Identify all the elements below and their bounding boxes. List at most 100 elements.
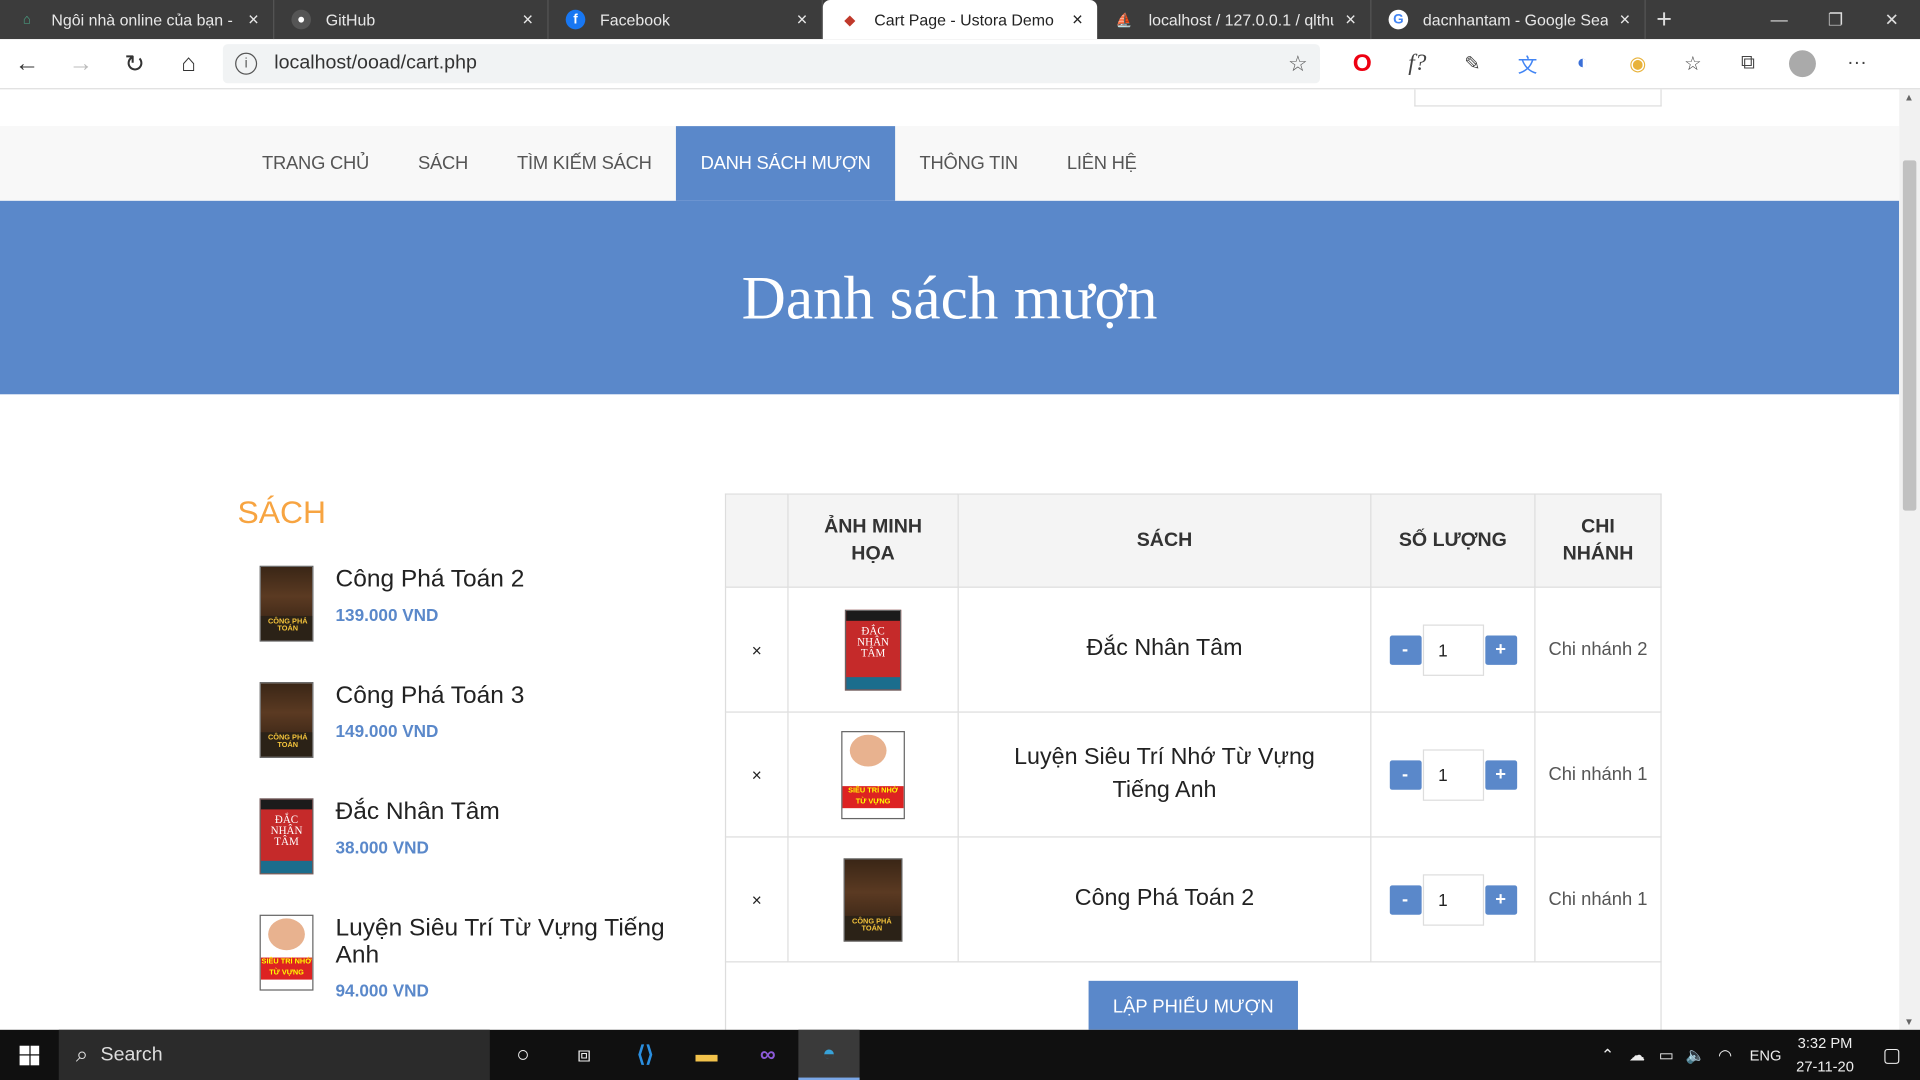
battery-icon[interactable]: ▭ bbox=[1652, 1045, 1681, 1065]
book-name[interactable]: Luyện Siêu Trí Từ Vựng Tiếng Anh bbox=[336, 915, 691, 969]
chevron-up-icon[interactable]: ⌃ bbox=[1593, 1045, 1622, 1065]
book-cover-image[interactable]: ĐẮC NHÂN TÂM bbox=[259, 798, 314, 875]
scrollbar-thumb[interactable] bbox=[1902, 160, 1917, 511]
avatar[interactable] bbox=[1788, 50, 1816, 78]
cart-book-title[interactable]: Luyện Siêu Trí Nhớ Từ Vựng Tiếng Anh bbox=[1014, 744, 1315, 802]
remove-item-button[interactable]: × bbox=[752, 890, 762, 910]
cart-book-title[interactable]: Đắc Nhân Tâm bbox=[1086, 636, 1242, 662]
menu-item-contact[interactable]: LIÊN HỆ bbox=[1042, 126, 1161, 201]
close-icon[interactable]: × bbox=[518, 9, 538, 30]
cart-book-title[interactable]: Công Phá Toán 2 bbox=[1075, 886, 1254, 912]
quantity-input[interactable]: 1 bbox=[1422, 748, 1484, 801]
sidebar-book-item[interactable]: CÔNG PHÁ TOÁN Công Phá Toán 3 149.000 VN… bbox=[238, 682, 691, 798]
quantity-decrease-button[interactable]: - bbox=[1389, 884, 1422, 915]
url-text[interactable]: localhost/ooad/cart.php bbox=[274, 53, 1288, 75]
sidebar-book-item[interactable]: SIÊU TRÍ NHỚ TỪ VỰNG Luyện Siêu Trí Từ Vự… bbox=[238, 914, 691, 1030]
opera-icon[interactable]: O bbox=[1335, 42, 1390, 86]
remove-item-button[interactable]: × bbox=[752, 765, 762, 785]
address-bar[interactable]: i localhost/ooad/cart.php ☆ bbox=[222, 44, 1321, 84]
close-icon[interactable]: × bbox=[792, 9, 812, 30]
sidebar-book-item[interactable]: CÔNG PHÁ TOÁN Công Phá Toán 2 139.000 VN… bbox=[238, 565, 691, 682]
language-indicator[interactable]: ENG bbox=[1750, 1046, 1782, 1063]
forward-icon[interactable]: → bbox=[54, 42, 108, 86]
menu-item-books[interactable]: SÁCH bbox=[394, 126, 493, 201]
column-header-branch: CHI NHÁNH bbox=[1534, 493, 1662, 588]
restore-icon[interactable]: ❐ bbox=[1807, 0, 1863, 39]
home-button-icon[interactable]: ⌂ bbox=[162, 42, 216, 86]
browser-tabstrip: ⌂ Ngôi nhà online của bạn - Ho × ● GitHu… bbox=[0, 0, 1920, 40]
browser-toolbar: ← → ↻ ⌂ i localhost/ooad/cart.php ☆ O f?… bbox=[0, 39, 1920, 90]
more-icon[interactable]: ··· bbox=[1829, 42, 1884, 86]
book-cover-image[interactable]: CÔNG PHÁ TOÁN bbox=[259, 565, 314, 642]
book-cover-image[interactable]: CÔNG PHÁ TOÁN bbox=[259, 682, 314, 758]
refresh-icon[interactable]: ↻ bbox=[108, 42, 162, 86]
book-name[interactable]: Đắc Nhân Tâm bbox=[336, 798, 691, 825]
windows-taskbar: ⌕ Search ○ ⧈ ⟨⟩ ▬ ∞ ◓ ⌃ ☁ ▭ 🔈 ◠ ENG 3:32… bbox=[0, 1029, 1920, 1080]
clock[interactable]: 3:32 PM 27-11-20 bbox=[1796, 1032, 1854, 1078]
extension-icon[interactable]: ◐ bbox=[1555, 42, 1610, 86]
scroll-up-icon[interactable]: ▲ bbox=[1904, 92, 1914, 103]
quantity-input[interactable]: 1 bbox=[1422, 623, 1484, 676]
browser-tab[interactable]: ⛵ localhost / 127.0.0.1 / qlthuv × bbox=[1097, 0, 1372, 40]
browser-tab[interactable]: f Facebook × bbox=[549, 0, 823, 40]
wifi-icon[interactable]: ◠ bbox=[1710, 1045, 1739, 1065]
menu-item-home[interactable]: TRANG CHỦ bbox=[238, 126, 394, 201]
vscode-icon[interactable]: ⟨⟩ bbox=[615, 1030, 676, 1080]
new-tab-button[interactable]: + bbox=[1646, 0, 1683, 39]
browser-tab[interactable]: ⌂ Ngôi nhà online của bạn - Ho × bbox=[0, 0, 275, 40]
close-icon[interactable]: × bbox=[1615, 9, 1635, 30]
book-name[interactable]: Công Phá Toán 3 bbox=[336, 682, 691, 709]
visual-studio-icon[interactable]: ∞ bbox=[737, 1030, 798, 1080]
favorite-star-icon[interactable]: ☆ bbox=[1288, 51, 1308, 77]
translate-icon[interactable]: 文 bbox=[1500, 42, 1555, 86]
book-cover-image[interactable]: SIÊU TRÍ NHỚ TỪ VỰNG bbox=[841, 730, 905, 819]
minimize-icon[interactable]: — bbox=[1751, 0, 1807, 39]
notification-icon[interactable]: ▢ bbox=[1873, 1043, 1910, 1067]
task-view-icon[interactable]: ⧈ bbox=[553, 1030, 614, 1080]
close-window-icon[interactable]: ✕ bbox=[1864, 0, 1920, 39]
browser-tab[interactable]: ● GitHub × bbox=[274, 0, 549, 40]
eyedropper-icon[interactable]: ✎ bbox=[1445, 42, 1500, 86]
cortana-icon[interactable]: ○ bbox=[492, 1030, 553, 1080]
favorites-icon[interactable]: ☆ bbox=[1665, 42, 1720, 86]
collections-icon[interactable]: ⧉ bbox=[1720, 42, 1775, 86]
quantity-input[interactable]: 1 bbox=[1422, 873, 1484, 926]
taskbar-search-box[interactable]: ⌕ Search bbox=[58, 1029, 490, 1080]
menu-item-info[interactable]: THÔNG TIN bbox=[895, 126, 1042, 201]
close-icon[interactable]: × bbox=[244, 9, 264, 30]
column-header-book: SÁCH bbox=[957, 493, 1372, 588]
scroll-down-icon[interactable]: ▼ bbox=[1904, 1016, 1914, 1027]
sidebar-book-item[interactable]: ĐẮC NHÂN TÂM Đắc Nhân Tâm 38.000 VND bbox=[238, 798, 691, 914]
quantity-increase-button[interactable]: + bbox=[1484, 884, 1517, 915]
extension-icon[interactable]: ◉ bbox=[1610, 42, 1665, 86]
book-cover-image[interactable]: SIÊU TRÍ NHỚ TỪ VỰNG bbox=[259, 914, 314, 991]
main-menu: TRANG CHỦ SÁCH TÌM KIẾM SÁCH DANH SÁCH M… bbox=[238, 126, 1162, 201]
edge-icon[interactable]: ◓ bbox=[798, 1029, 860, 1080]
quantity-increase-button[interactable]: + bbox=[1484, 634, 1517, 665]
onedrive-icon[interactable]: ☁ bbox=[1622, 1045, 1651, 1065]
search-box-edge bbox=[1414, 89, 1662, 107]
page-banner: Danh sách mượn bbox=[0, 200, 1900, 395]
create-borrow-slip-button[interactable]: LẬP PHIẾU MƯỢN bbox=[1088, 980, 1299, 1030]
book-cover-image[interactable]: ĐẮC NHÂN TÂM bbox=[844, 609, 902, 691]
quantity-decrease-button[interactable]: - bbox=[1389, 634, 1422, 665]
volume-icon[interactable]: 🔈 bbox=[1681, 1045, 1710, 1065]
remove-item-button[interactable]: × bbox=[752, 640, 762, 660]
sidebar: SÁCH CÔNG PHÁ TOÁN Công Phá Toán 2 139.0… bbox=[238, 493, 691, 1029]
book-cover-image[interactable]: CÔNG PHÁ TOÁN bbox=[843, 857, 903, 942]
back-icon[interactable]: ← bbox=[0, 42, 54, 86]
quantity-decrease-button[interactable]: - bbox=[1389, 759, 1422, 790]
formula-icon[interactable]: f? bbox=[1390, 42, 1445, 86]
close-icon[interactable]: × bbox=[1068, 9, 1088, 30]
browser-tab[interactable]: G dacnhantam - Google Search × bbox=[1371, 0, 1646, 40]
quantity-increase-button[interactable]: + bbox=[1484, 759, 1517, 790]
file-explorer-icon[interactable]: ▬ bbox=[676, 1030, 737, 1080]
menu-item-borrow-list[interactable]: DANH SÁCH MƯỢN bbox=[676, 126, 895, 201]
info-icon[interactable]: i bbox=[235, 52, 258, 75]
start-button[interactable] bbox=[0, 1030, 59, 1080]
menu-item-search[interactable]: TÌM KIẾM SÁCH bbox=[493, 126, 677, 201]
close-icon[interactable]: × bbox=[1341, 9, 1361, 30]
book-name[interactable]: Công Phá Toán 2 bbox=[336, 566, 691, 593]
browser-tab-active[interactable]: ◆ Cart Page - Ustora Demo × bbox=[822, 0, 1098, 40]
page-scrollbar[interactable]: ▲ ▼ bbox=[1899, 89, 1920, 1030]
